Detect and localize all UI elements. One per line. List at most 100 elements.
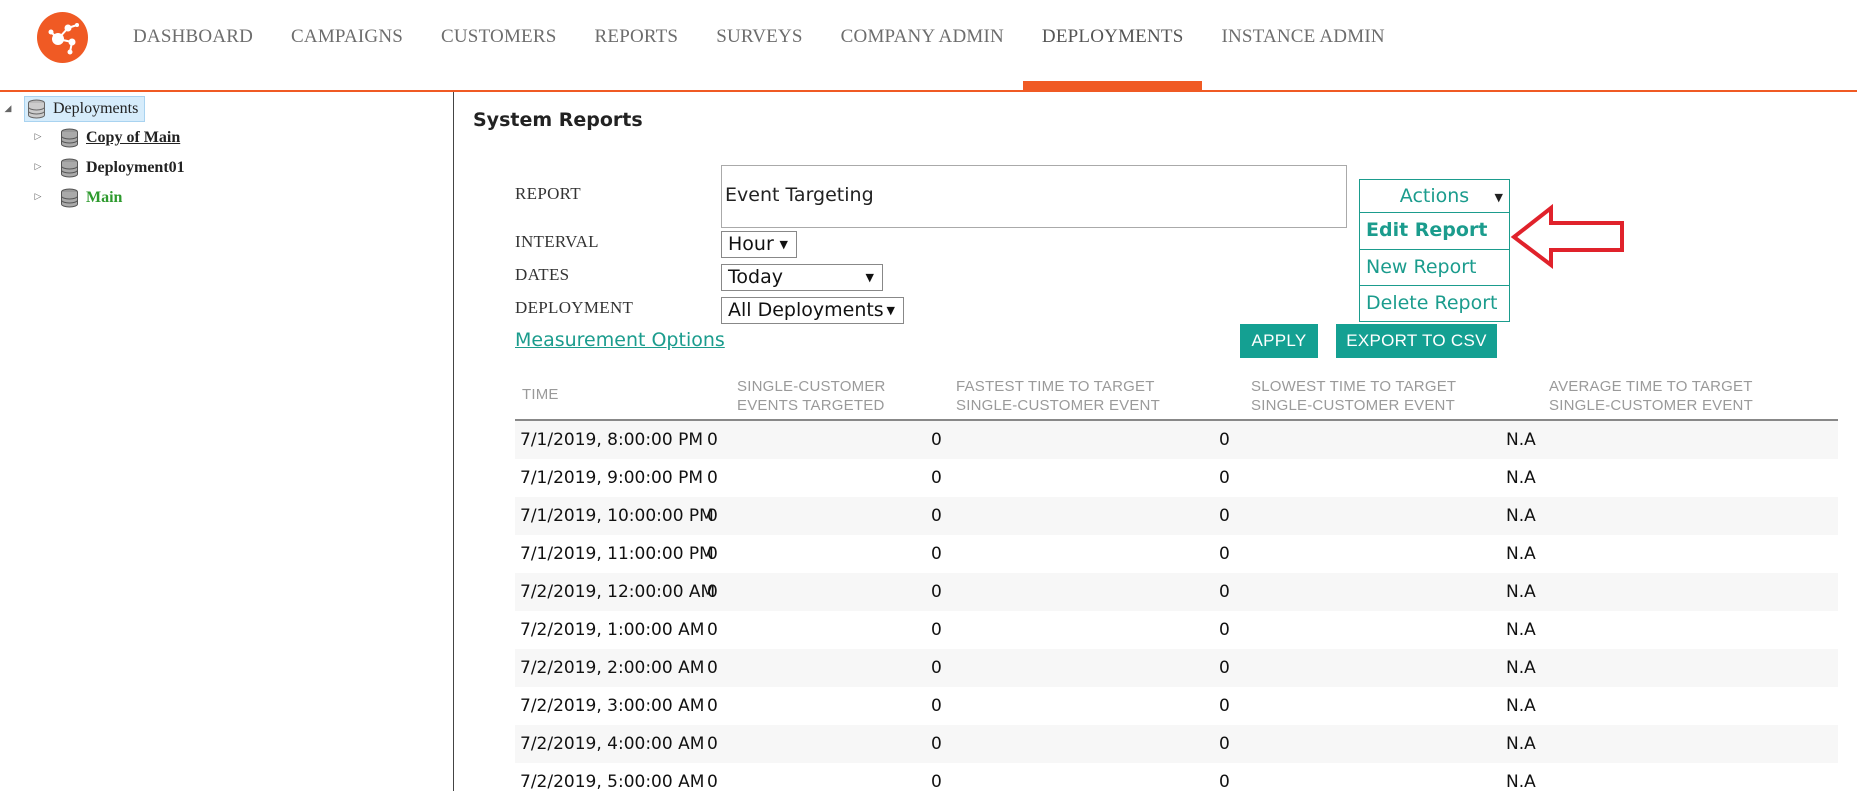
menu-item-new-report[interactable]: New Report bbox=[1360, 249, 1509, 285]
nav-customers[interactable]: CUSTOMERS bbox=[422, 0, 576, 90]
report-label: REPORT bbox=[515, 184, 581, 203]
expand-toggle-icon[interactable]: ▷ bbox=[32, 191, 44, 203]
table-cell: N.A bbox=[1506, 658, 1536, 678]
column-header-text: SINGLE-CUSTOMER EVENT bbox=[1251, 397, 1455, 414]
table-row: 7/1/2019, 11:00:00 PM 0 0 0 N.A bbox=[515, 535, 1838, 573]
menu-item-delete-report[interactable]: Delete Report bbox=[1360, 285, 1509, 321]
column-header-text: AVERAGE TIME TO TARGET bbox=[1549, 378, 1753, 395]
table-cell: 0 bbox=[707, 506, 718, 526]
interval-label: INTERVAL bbox=[515, 232, 599, 251]
table-cell: N.A bbox=[1506, 544, 1536, 564]
caret-down-icon: ▼ bbox=[886, 304, 895, 317]
table-cell: 0 bbox=[1219, 582, 1230, 602]
nav-instance-admin[interactable]: INSTANCE ADMIN bbox=[1202, 0, 1403, 90]
table-cell: 0 bbox=[1219, 620, 1230, 640]
measurement-options-link[interactable]: Measurement Options bbox=[515, 329, 725, 351]
table-cell: 7/2/2019, 3:00:00 AM bbox=[520, 696, 705, 716]
main-content: System Reports REPORT Event Targeting IN… bbox=[455, 92, 1857, 791]
table-cell: 0 bbox=[1219, 696, 1230, 716]
table-cell: 0 bbox=[931, 430, 942, 450]
page-title: System Reports bbox=[473, 109, 643, 131]
table-cell: N.A bbox=[1506, 468, 1536, 488]
table-cell: 7/1/2019, 11:00:00 PM bbox=[520, 544, 714, 564]
deployment-tree: ◢ Deployments ▷ Copy of Main ▷ Deploymen… bbox=[0, 92, 454, 791]
expand-toggle-icon[interactable]: ▷ bbox=[32, 161, 44, 173]
nav-reports[interactable]: REPORTS bbox=[576, 0, 698, 90]
caret-down-icon: ▼ bbox=[779, 238, 788, 251]
report-field[interactable]: Event Targeting bbox=[721, 165, 1347, 228]
table-row: 7/2/2019, 1:00:00 AM 0 0 0 N.A bbox=[515, 611, 1838, 649]
table-cell: 0 bbox=[931, 544, 942, 564]
table-row: 7/1/2019, 9:00:00 PM 0 0 0 N.A bbox=[515, 459, 1838, 497]
nav-dashboard[interactable]: DASHBOARD bbox=[114, 0, 272, 90]
table-row: 7/1/2019, 10:00:00 PM 0 0 0 N.A bbox=[515, 497, 1838, 535]
table-cell: 0 bbox=[931, 772, 942, 791]
nav-campaigns[interactable]: CAMPAIGNS bbox=[272, 0, 422, 90]
table-row: 7/2/2019, 4:00:00 AM 0 0 0 N.A bbox=[515, 725, 1838, 763]
table-cell: 7/2/2019, 1:00:00 AM bbox=[520, 620, 705, 640]
actions-label: Actions bbox=[1399, 185, 1470, 207]
table-cell: 0 bbox=[707, 468, 718, 488]
column-header-text: EVENTS TARGETED bbox=[737, 397, 885, 414]
table-cell: N.A bbox=[1506, 734, 1536, 754]
table-cell: 7/2/2019, 4:00:00 AM bbox=[520, 734, 705, 754]
expand-toggle-icon[interactable]: ▷ bbox=[32, 131, 44, 143]
table-cell: 7/2/2019, 2:00:00 AM bbox=[520, 658, 705, 678]
caret-down-icon: ▼ bbox=[1494, 191, 1503, 204]
nav-surveys[interactable]: SURVEYS bbox=[697, 0, 821, 90]
menu-item-edit-report[interactable]: Edit Report bbox=[1360, 213, 1509, 249]
interval-value: Hour bbox=[728, 233, 774, 255]
table-cell: N.A bbox=[1506, 582, 1536, 602]
column-header-events-targeted: SINGLE-CUSTOMER EVENTS TARGETED bbox=[737, 377, 886, 415]
table-header: TIME SINGLE-CUSTOMER EVENTS TARGETED FAS… bbox=[515, 369, 1838, 421]
database-icon bbox=[61, 188, 78, 208]
dates-select[interactable]: Today ▼ bbox=[721, 264, 883, 291]
table-cell: 0 bbox=[707, 696, 718, 716]
table-cell: 7/1/2019, 9:00:00 PM bbox=[520, 468, 704, 488]
table-cell: 0 bbox=[707, 582, 718, 602]
interval-select[interactable]: Hour ▼ bbox=[721, 231, 797, 258]
column-header-slowest-time: SLOWEST TIME TO TARGET SINGLE-CUSTOMER E… bbox=[1251, 377, 1456, 415]
main-nav: DASHBOARD CAMPAIGNS CUSTOMERS REPORTS SU… bbox=[114, 0, 1404, 90]
tree-node-deployments[interactable]: Deployments bbox=[24, 96, 146, 122]
table-cell: 0 bbox=[1219, 658, 1230, 678]
table-cell: N.A bbox=[1506, 506, 1536, 526]
tree-node-label: Deployments bbox=[53, 100, 139, 117]
database-icon bbox=[61, 158, 78, 178]
tree-node-copy-of-main[interactable]: Copy of Main bbox=[60, 125, 180, 151]
table-cell: 0 bbox=[1219, 506, 1230, 526]
nav-company-admin[interactable]: COMPANY ADMIN bbox=[822, 0, 1023, 90]
actions-dropdown[interactable]: Actions ▼ bbox=[1359, 179, 1510, 213]
table-cell: 0 bbox=[707, 544, 718, 564]
database-icon bbox=[28, 99, 45, 119]
column-header-text: SLOWEST TIME TO TARGET bbox=[1251, 378, 1457, 395]
table-row: 7/2/2019, 12:00:00 AM 0 0 0 N.A bbox=[515, 573, 1838, 611]
tree-node-label: Copy of Main bbox=[86, 129, 181, 146]
table-cell: N.A bbox=[1506, 620, 1536, 640]
tree-node-main[interactable]: Main bbox=[60, 185, 122, 211]
report-table: TIME SINGLE-CUSTOMER EVENTS TARGETED FAS… bbox=[515, 369, 1838, 791]
table-row: 7/2/2019, 2:00:00 AM 0 0 0 N.A bbox=[515, 649, 1838, 687]
table-cell: 0 bbox=[1219, 734, 1230, 754]
table-cell: N.A bbox=[1506, 772, 1536, 791]
app-logo[interactable] bbox=[37, 12, 88, 63]
table-row: 7/2/2019, 3:00:00 AM 0 0 0 N.A bbox=[515, 687, 1838, 725]
tree-node-deployment01[interactable]: Deployment01 bbox=[60, 155, 185, 181]
apply-button[interactable]: APPLY bbox=[1240, 324, 1318, 358]
table-body: 7/1/2019, 8:00:00 PM 0 0 0 N.A 7/1/2019, 9:00… bbox=[515, 421, 1838, 791]
database-icon bbox=[61, 128, 78, 148]
table-row: 7/2/2019, 5:00:00 AM 0 0 0 N.A bbox=[515, 763, 1838, 791]
column-header-text: FASTEST TIME TO TARGET bbox=[956, 378, 1155, 395]
table-cell: 0 bbox=[931, 468, 942, 488]
export-csv-button[interactable]: EXPORT TO CSV bbox=[1336, 324, 1497, 358]
column-header-text: SINGLE-CUSTOMER bbox=[737, 378, 886, 395]
table-cell: N.A bbox=[1506, 430, 1536, 450]
table-cell: 0 bbox=[931, 696, 942, 716]
collapse-toggle-icon[interactable]: ◢ bbox=[2, 103, 14, 115]
deployment-select[interactable]: All Deployments ▼ bbox=[721, 297, 904, 324]
nav-deployments[interactable]: DEPLOYMENTS bbox=[1022, 0, 1203, 90]
table-cell: 7/2/2019, 5:00:00 AM bbox=[520, 772, 705, 791]
column-header-text: TIME bbox=[522, 386, 559, 403]
table-cell: 0 bbox=[931, 620, 942, 640]
tree-node-label: Deployment01 bbox=[86, 159, 185, 176]
